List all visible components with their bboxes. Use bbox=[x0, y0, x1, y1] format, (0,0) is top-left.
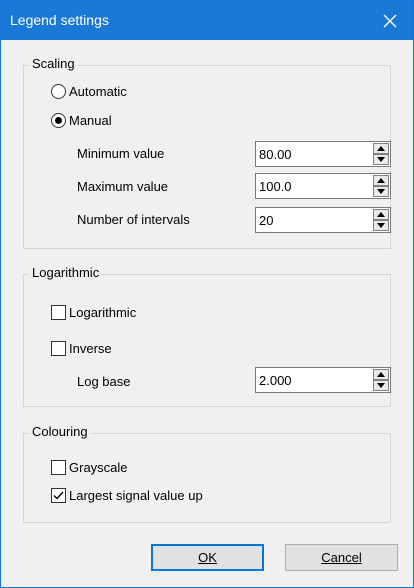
scaling-group-label: Scaling bbox=[29, 57, 78, 71]
minimum-value-spinbox[interactable]: 80.00 bbox=[255, 141, 391, 167]
ok-button[interactable]: OK bbox=[151, 544, 264, 571]
inverse-checkbox[interactable] bbox=[51, 340, 66, 356]
manual-radio[interactable] bbox=[51, 112, 66, 128]
inverse-checkbox-option[interactable]: Inverse bbox=[51, 339, 112, 357]
manual-radio-option[interactable]: Manual bbox=[51, 111, 112, 129]
arrow-up-icon bbox=[377, 212, 385, 217]
log-base-down-button[interactable] bbox=[373, 380, 389, 391]
inverse-checkbox-label[interactable]: Inverse bbox=[69, 341, 112, 356]
log-base-up-button[interactable] bbox=[373, 369, 389, 380]
close-button[interactable] bbox=[367, 1, 413, 40]
maximum-value-label: Maximum value bbox=[77, 179, 169, 194]
grayscale-checkbox-label[interactable]: Grayscale bbox=[69, 460, 128, 475]
log-base-spin-buttons bbox=[373, 369, 389, 391]
manual-radio-label[interactable]: Manual bbox=[69, 113, 112, 128]
number-of-intervals-up-button[interactable] bbox=[373, 209, 389, 220]
title-bar[interactable]: Legend settings bbox=[1, 1, 413, 40]
log-base-input[interactable]: 2.000 bbox=[259, 373, 292, 388]
maximum-value-up-button[interactable] bbox=[373, 175, 389, 186]
arrow-up-icon bbox=[377, 372, 385, 377]
largest-signal-up-checkbox-label[interactable]: Largest signal value up bbox=[69, 488, 203, 503]
ok-button-label: OK bbox=[198, 550, 217, 565]
minimum-value-down-button[interactable] bbox=[373, 154, 389, 165]
cancel-button-label: Cancel bbox=[321, 550, 362, 565]
logarithmic-group-label: Logarithmic bbox=[29, 266, 103, 280]
maximum-value-input[interactable]: 100.0 bbox=[259, 179, 292, 194]
minimum-value-input[interactable]: 80.00 bbox=[259, 147, 292, 162]
automatic-radio-label[interactable]: Automatic bbox=[69, 84, 127, 99]
grayscale-checkbox[interactable] bbox=[51, 459, 66, 475]
window-title: Legend settings bbox=[10, 12, 109, 28]
number-of-intervals-spinbox[interactable]: 20 bbox=[255, 207, 391, 233]
arrow-up-icon bbox=[377, 146, 385, 151]
colouring-group-label: Colouring bbox=[29, 425, 91, 439]
number-of-intervals-down-button[interactable] bbox=[373, 220, 389, 231]
arrow-down-icon bbox=[377, 383, 385, 388]
largest-signal-up-checkbox-option[interactable]: Largest signal value up bbox=[51, 486, 203, 504]
arrow-down-icon bbox=[377, 223, 385, 228]
largest-signal-up-checkbox[interactable] bbox=[51, 487, 66, 503]
logarithmic-checkbox-label[interactable]: Logarithmic bbox=[69, 305, 136, 320]
minimum-value-up-button[interactable] bbox=[373, 143, 389, 154]
cancel-button[interactable]: Cancel bbox=[285, 544, 398, 571]
maximum-value-spinbox[interactable]: 100.0 bbox=[255, 173, 391, 199]
arrow-down-icon bbox=[377, 157, 385, 162]
maximum-value-down-button[interactable] bbox=[373, 186, 389, 197]
arrow-up-icon bbox=[377, 178, 385, 183]
number-of-intervals-input[interactable]: 20 bbox=[259, 213, 273, 228]
logarithmic-checkbox[interactable] bbox=[51, 304, 66, 320]
logarithmic-checkbox-option[interactable]: Logarithmic bbox=[51, 303, 136, 321]
number-of-intervals-label: Number of intervals bbox=[77, 212, 190, 227]
arrow-down-icon bbox=[377, 189, 385, 194]
number-of-intervals-spin-buttons bbox=[373, 209, 389, 231]
grayscale-checkbox-option[interactable]: Grayscale bbox=[51, 458, 128, 476]
colouring-group bbox=[23, 433, 391, 523]
maximum-value-spin-buttons bbox=[373, 175, 389, 197]
close-icon bbox=[383, 14, 397, 27]
legend-settings-dialog: Legend settings Scaling Automatic Manual… bbox=[0, 0, 414, 588]
minimum-value-label: Minimum value bbox=[77, 146, 165, 161]
checkmark-icon bbox=[53, 491, 64, 500]
log-base-spinbox[interactable]: 2.000 bbox=[255, 367, 391, 393]
minimum-value-spin-buttons bbox=[373, 143, 389, 165]
automatic-radio-option[interactable]: Automatic bbox=[51, 82, 127, 100]
log-base-label: Log base bbox=[77, 374, 131, 389]
automatic-radio[interactable] bbox=[51, 83, 66, 99]
